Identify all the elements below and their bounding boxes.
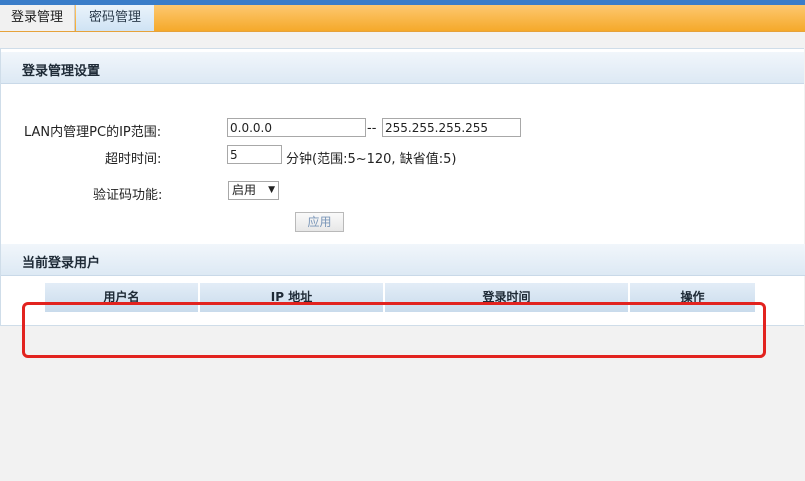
captcha-label: 验证码功能: bbox=[93, 188, 163, 203]
captcha-select[interactable]: 启用 ▼ bbox=[228, 181, 279, 200]
tab-bar: 登录管理 密码管理 bbox=[0, 5, 805, 32]
ip-range-start-input[interactable]: 0.0.0.0 bbox=[227, 118, 366, 137]
col-ip-address: IP 地址 bbox=[200, 283, 385, 312]
captcha-select-value: 启用 bbox=[232, 183, 257, 197]
apply-button[interactable]: 应用 bbox=[295, 212, 344, 232]
timeout-hint: 分钟(范围:5~120, 缺省值:5) bbox=[286, 152, 457, 167]
login-settings-title: 登录管理设置 bbox=[22, 64, 101, 79]
timeout-label: 超时时间: bbox=[105, 152, 162, 167]
current-users-header: 当前登录用户 bbox=[1, 244, 805, 276]
tab-password-management[interactable]: 密码管理 bbox=[76, 5, 154, 31]
col-login-time: 登录时间 bbox=[385, 283, 630, 312]
chevron-down-icon: ▼ bbox=[268, 185, 275, 195]
tab-login-management[interactable]: 登录管理 bbox=[0, 5, 75, 31]
lan-range-label: LAN内管理PC的IP范围: bbox=[24, 125, 162, 140]
col-actions: 操作 bbox=[630, 283, 755, 312]
timeout-input[interactable]: 5 bbox=[227, 145, 282, 164]
users-table-header: 用户名 IP 地址 登录时间 操作 bbox=[45, 283, 755, 312]
range-separator: -- bbox=[367, 121, 377, 136]
login-settings-header: 登录管理设置 bbox=[1, 52, 804, 84]
ip-range-end-input[interactable]: 255.255.255.255 bbox=[382, 118, 521, 137]
current-users-title: 当前登录用户 bbox=[22, 256, 101, 271]
col-username: 用户名 bbox=[45, 283, 200, 312]
